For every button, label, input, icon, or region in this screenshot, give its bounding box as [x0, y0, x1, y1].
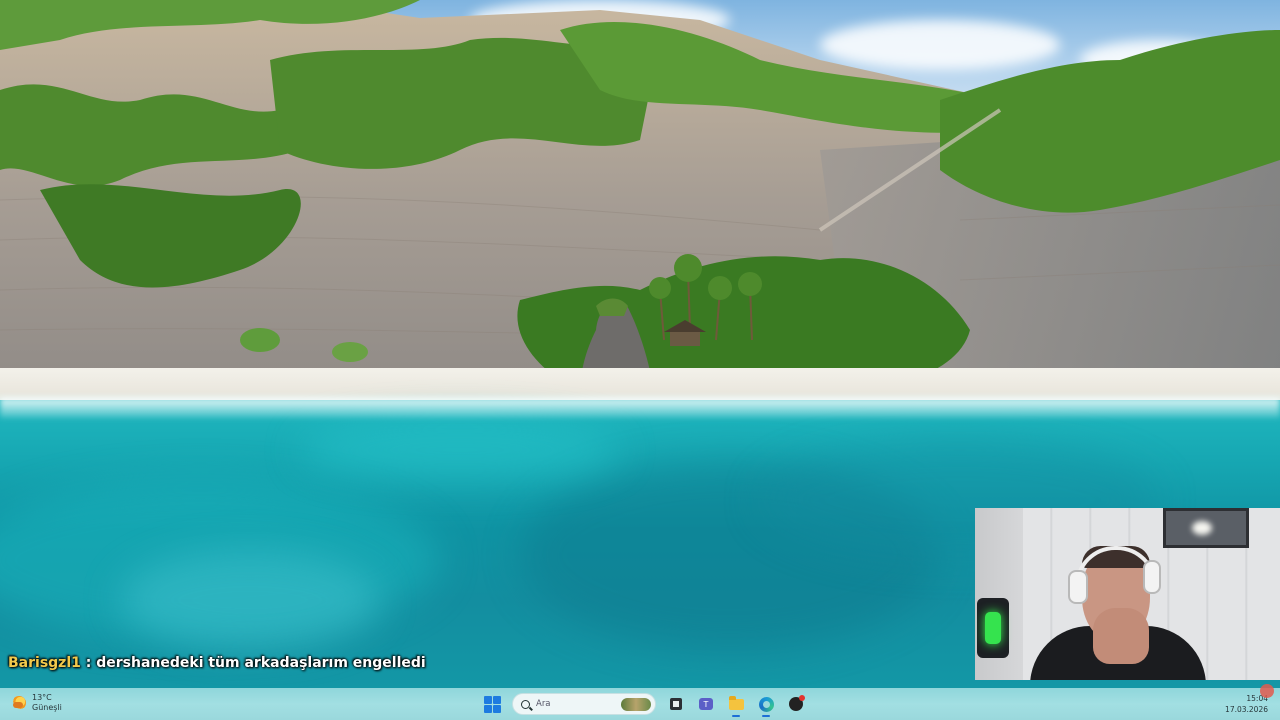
headphones-right-cup — [1143, 560, 1161, 594]
file-explorer-button[interactable] — [726, 694, 746, 717]
weather-condition: Güneşli — [32, 703, 62, 712]
teams-icon: T — [699, 698, 713, 710]
chat-message: Barisgzl1 : dershanedeki tüm arkadaşları… — [8, 655, 426, 671]
taskbar: 13°C Güneşli Ara T 15:04 17.03.2026 — [0, 684, 1280, 720]
search-icon — [521, 699, 530, 709]
cliff-illustration — [0, 0, 1280, 416]
chat-separator: : — [80, 655, 97, 671]
running-indicator — [762, 715, 770, 717]
task-view-button[interactable] — [666, 694, 686, 714]
weather-widget[interactable]: 13°C Güneşli — [12, 693, 62, 713]
weather-temperature: 13°C — [32, 693, 52, 702]
screen: Barisgzl1 : dershanedeki tüm arkadaşları… — [0, 0, 1280, 720]
edge-browser-icon — [758, 696, 774, 712]
windows-logo-icon — [484, 696, 492, 704]
clock-date: 17.03.2026 — [1225, 705, 1268, 714]
webcam-picture-frame — [1163, 508, 1249, 548]
taskbar-center: Ara T — [482, 692, 806, 717]
chat-username: Barisgzl1 — [8, 655, 81, 671]
shore-foam — [0, 398, 1280, 418]
search-highlight-image — [621, 698, 651, 711]
teams-button[interactable]: T — [696, 694, 716, 714]
chat-text: dershanedeki tüm arkadaşlarım engelledi — [96, 655, 426, 671]
webcam-overlay — [975, 508, 1280, 680]
folder-icon — [728, 695, 744, 710]
sun-cloud-icon — [12, 696, 26, 710]
app-icon — [789, 695, 805, 711]
search-placeholder: Ara — [536, 699, 551, 709]
edge-button[interactable] — [756, 694, 776, 717]
webcam-person-hand — [1093, 608, 1149, 664]
task-view-icon — [670, 698, 682, 710]
headphones-left-cup — [1068, 570, 1088, 604]
running-indicator — [732, 715, 740, 717]
webcam-rgb-speaker — [977, 598, 1009, 658]
app-button[interactable] — [786, 694, 806, 714]
taskbar-search[interactable]: Ara — [512, 693, 656, 715]
notification-icon[interactable] — [1260, 684, 1274, 698]
start-button[interactable] — [482, 694, 502, 714]
